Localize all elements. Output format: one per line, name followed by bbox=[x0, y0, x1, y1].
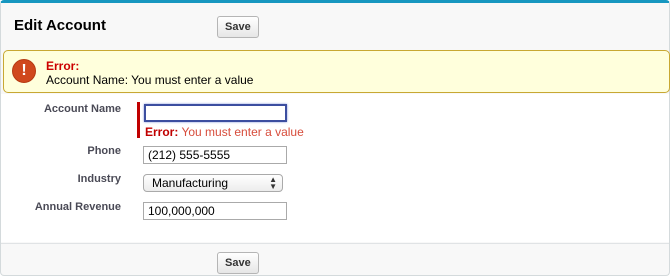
select-arrows-icon: ▲ ▼ bbox=[269, 175, 277, 191]
account-name-label: Account Name bbox=[43, 103, 121, 115]
annual-revenue-label: Annual Revenue bbox=[34, 201, 121, 213]
error-banner: ! Error: Account Name: You must enter a … bbox=[3, 50, 670, 93]
exclamation-icon: ! bbox=[12, 59, 36, 83]
page-header: Edit Account Save bbox=[1, 3, 669, 47]
save-button-top[interactable]: Save bbox=[217, 16, 259, 38]
industry-selected-value: Manufacturing bbox=[152, 176, 229, 190]
footer-divider bbox=[1, 243, 669, 244]
page-title: Edit Account bbox=[14, 17, 106, 34]
required-indicator bbox=[137, 102, 140, 138]
industry-label: Industry bbox=[77, 173, 121, 185]
industry-select[interactable]: Manufacturing ▲ ▼ bbox=[143, 174, 283, 192]
account-form bbox=[1, 94, 669, 242]
field-error-prefix: Error: bbox=[145, 125, 179, 139]
account-name-error: Error: You must enter a value bbox=[145, 125, 304, 139]
field-error-text: You must enter a value bbox=[178, 125, 304, 139]
phone-label: Phone bbox=[87, 145, 121, 157]
error-message: Account Name: You must enter a value bbox=[46, 73, 254, 87]
edit-account-page: Edit Account Save ! Error: Account Name:… bbox=[0, 0, 672, 278]
save-button-bottom[interactable]: Save bbox=[217, 252, 259, 274]
error-heading: Error: bbox=[46, 59, 80, 73]
annual-revenue-input[interactable] bbox=[143, 202, 287, 220]
account-name-input[interactable] bbox=[144, 104, 287, 122]
phone-input[interactable] bbox=[143, 146, 287, 164]
edit-account-panel: Edit Account Save ! Error: Account Name:… bbox=[0, 0, 670, 276]
